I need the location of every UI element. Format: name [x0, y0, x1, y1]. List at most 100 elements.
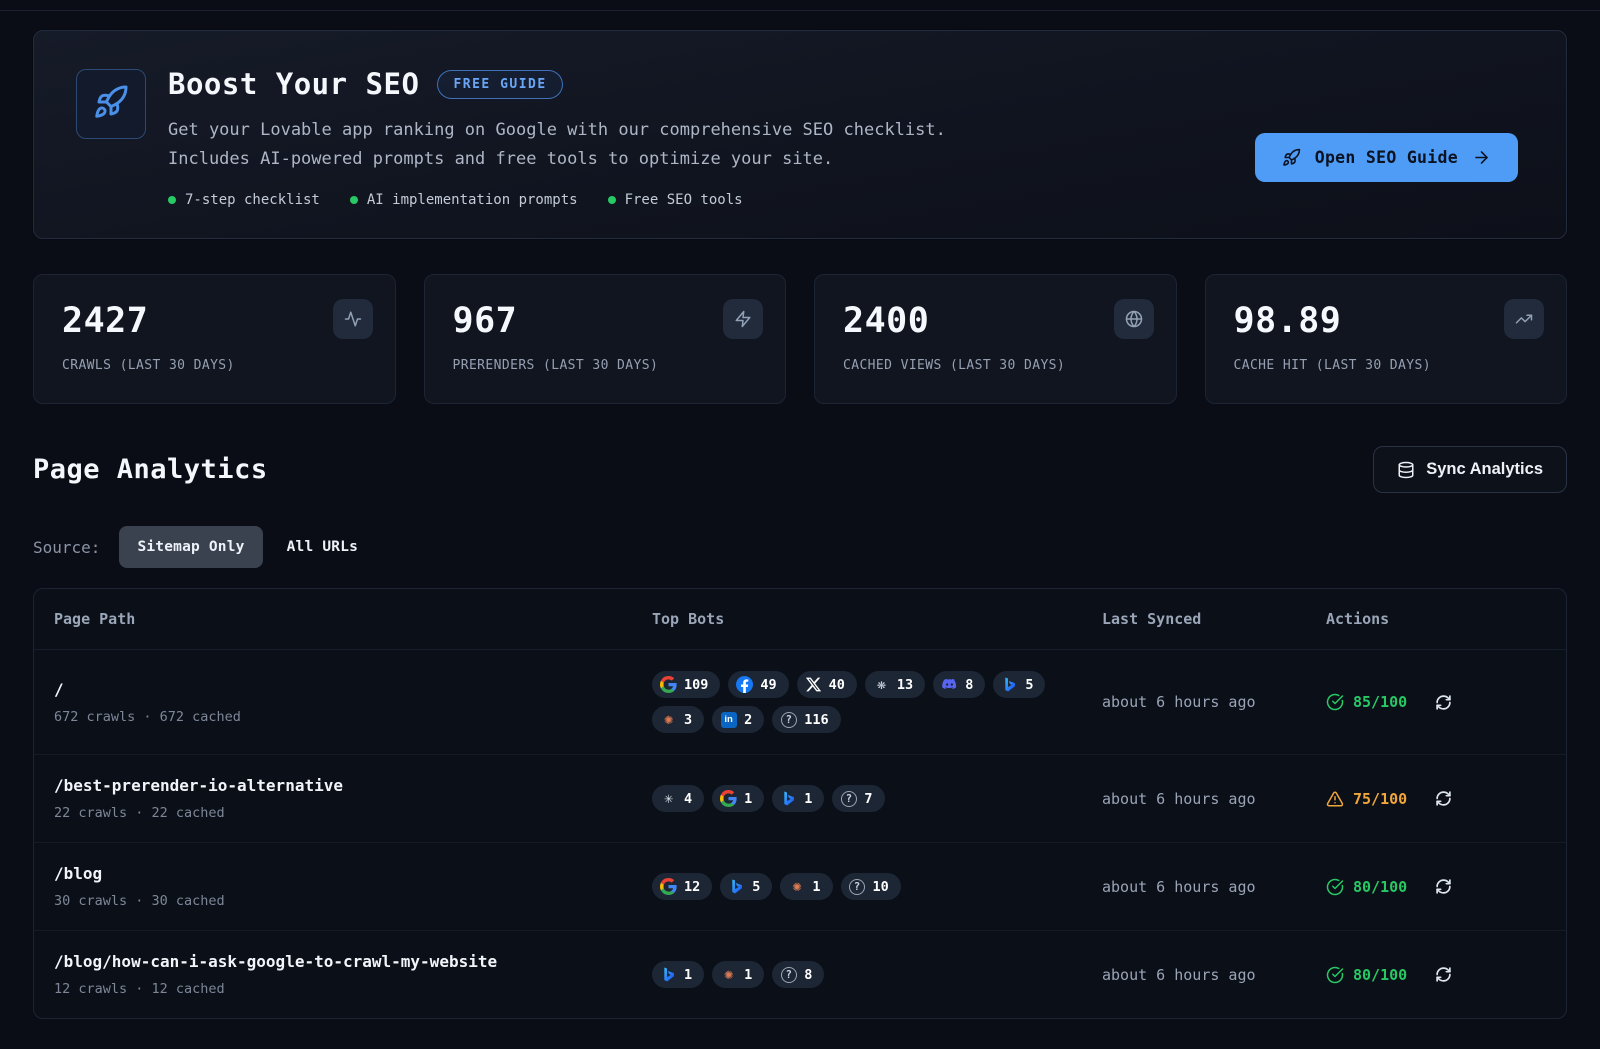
bot-count: 1 — [684, 967, 692, 983]
bot-chip-anthropic: ✺3 — [652, 706, 704, 733]
page-analytics-title: Page Analytics — [33, 454, 268, 485]
bot-chip-unknown: ? 116 — [772, 706, 840, 733]
last-synced: about 6 hours ago — [1102, 966, 1326, 984]
bot-count: 1 — [744, 791, 752, 807]
seo-score: 80/100 — [1326, 878, 1407, 896]
arrow-right-icon — [1472, 148, 1491, 167]
unknown-icon: ? — [780, 966, 797, 983]
openai-icon: ❋ — [873, 676, 890, 693]
zap-icon — [723, 299, 763, 339]
refresh-button[interactable] — [1435, 694, 1452, 711]
banner-description: Get your Lovable app ranking on Google w… — [168, 116, 998, 174]
stat-card: 2400 CACHED VIEWS (LAST 30 DAYS) — [814, 274, 1177, 404]
bot-count: 1 — [804, 791, 812, 807]
bot-chip-google: 12 — [652, 873, 712, 900]
unknown-icon: ? — [780, 711, 797, 728]
rocket-icon-box — [76, 69, 146, 139]
score-value: 85/100 — [1353, 693, 1407, 711]
bot-chip-openai: ❋ 13 — [865, 671, 925, 698]
page-path[interactable]: /blog/how-can-i-ask-google-to-crawl-my-w… — [54, 952, 652, 971]
activity-icon — [333, 299, 373, 339]
stat-label: CACHE HIT (LAST 30 DAYS) — [1234, 358, 1539, 373]
bing-icon — [780, 790, 797, 807]
stat-value: 98.89 — [1234, 301, 1539, 341]
table-row: /672 crawls · 672 cached1094940❋1385✺3in… — [34, 650, 1566, 754]
feature-label: Free SEO tools — [625, 192, 743, 208]
bot-count: 10 — [873, 879, 889, 895]
crawl-meta: 12 crawls · 12 cached — [54, 981, 652, 997]
source-option-all-urls[interactable]: All URLs — [269, 526, 376, 568]
seo-score: 85/100 — [1326, 693, 1407, 711]
bot-chip-unknown: ?7 — [832, 785, 884, 812]
facebook-icon — [736, 676, 753, 693]
refresh-button[interactable] — [1435, 790, 1452, 807]
feature-label: AI implementation prompts — [367, 192, 578, 208]
page-path-cell: /best-prerender-io-alternative22 crawls … — [54, 776, 652, 821]
stat-value: 967 — [453, 301, 758, 341]
bot-chip-bing: 5 — [720, 873, 772, 900]
bot-count: 116 — [804, 712, 828, 728]
score-value: 75/100 — [1353, 790, 1407, 808]
actions-cell: 75/100 — [1326, 790, 1546, 808]
cta-label: Open SEO Guide — [1315, 148, 1458, 167]
check-circle-icon — [1326, 878, 1344, 896]
sync-analytics-label: Sync Analytics — [1426, 460, 1543, 479]
check-circle-icon — [1326, 966, 1344, 984]
stat-card: 98.89 CACHE HIT (LAST 30 DAYS) — [1205, 274, 1568, 404]
page-path[interactable]: /blog — [54, 864, 652, 883]
feature-label: 7-step checklist — [185, 192, 320, 208]
stat-card: 2427CRAWLS (LAST 30 DAYS) — [33, 274, 396, 404]
bot-chip-unknown: ?8 — [772, 961, 824, 988]
bot-count: 2 — [744, 712, 752, 728]
source-option-sitemap-only[interactable]: Sitemap Only — [119, 526, 262, 568]
page-path[interactable]: /best-prerender-io-alternative — [54, 776, 652, 795]
source-toggle: Sitemap OnlyAll URLs — [119, 526, 376, 568]
bot-count: 5 — [752, 879, 760, 895]
table-row: /blog30 crawls · 30 cached125✺1?10about … — [34, 842, 1566, 930]
sync-analytics-button[interactable]: Sync Analytics — [1373, 446, 1567, 493]
anthropic-icon: ✺ — [660, 711, 677, 728]
anthropic-icon: ✺ — [720, 966, 737, 983]
bot-count: 3 — [684, 712, 692, 728]
discord-icon — [941, 676, 958, 693]
refresh-button[interactable] — [1435, 966, 1452, 983]
page-path[interactable]: / — [54, 680, 652, 699]
last-synced: about 6 hours ago — [1102, 693, 1326, 711]
bot-chip-linkedin: in2 — [712, 706, 764, 733]
seo-banner: Boost Your SEO FREE GUIDE Get your Lovab… — [33, 30, 1567, 239]
page-path-cell: / 672 crawls · 672 cached — [54, 680, 652, 725]
bot-chip-unknown: ? 10 — [841, 873, 901, 900]
google-icon — [660, 676, 677, 693]
x-icon — [805, 676, 822, 693]
bot-chip-x: 40 — [797, 671, 857, 698]
bot-count: 12 — [684, 879, 700, 895]
bot-chip-facebook: 49 — [728, 671, 788, 698]
bing-icon — [660, 966, 677, 983]
bing-icon — [1001, 676, 1018, 693]
stat-label: PRERENDERS (LAST 30 DAYS) — [453, 358, 758, 373]
stat-label: CACHED VIEWS (LAST 30 DAYS) — [843, 358, 1148, 373]
unknown-icon: ? — [840, 790, 857, 807]
bot-count: 1 — [812, 879, 820, 895]
bot-chips: 1✺1?8 — [652, 961, 1094, 988]
open-seo-guide-button[interactable]: Open SEO Guide — [1255, 133, 1518, 182]
stat-cards: 2427CRAWLS (LAST 30 DAYS) 967 PRERENDERS (… — [33, 274, 1567, 404]
bot-count: 13 — [897, 677, 913, 693]
rocket-icon — [93, 84, 129, 124]
refresh-button[interactable] — [1435, 878, 1452, 895]
bullet-dot-icon — [608, 196, 616, 204]
score-value: 80/100 — [1353, 966, 1407, 984]
bot-chips: ✳411?7 — [652, 785, 1094, 812]
bot-chip-google: 1 — [712, 785, 764, 812]
stat-value: 2400 — [843, 301, 1148, 341]
crawl-meta: 672 crawls · 672 cached — [54, 709, 652, 725]
bot-count: 109 — [684, 677, 708, 693]
unknown-icon: ? — [849, 878, 866, 895]
warning-icon — [1326, 790, 1344, 808]
free-guide-badge: FREE GUIDE — [437, 70, 562, 99]
rocket-icon — [1282, 148, 1301, 167]
bot-chips: 1094940❋1385✺3in2?116 — [652, 671, 1094, 733]
stat-label: CRAWLS (LAST 30 DAYS) — [62, 358, 367, 373]
bot-chips: 125✺1?10 — [652, 873, 1094, 900]
header-actions: Actions — [1326, 610, 1546, 628]
